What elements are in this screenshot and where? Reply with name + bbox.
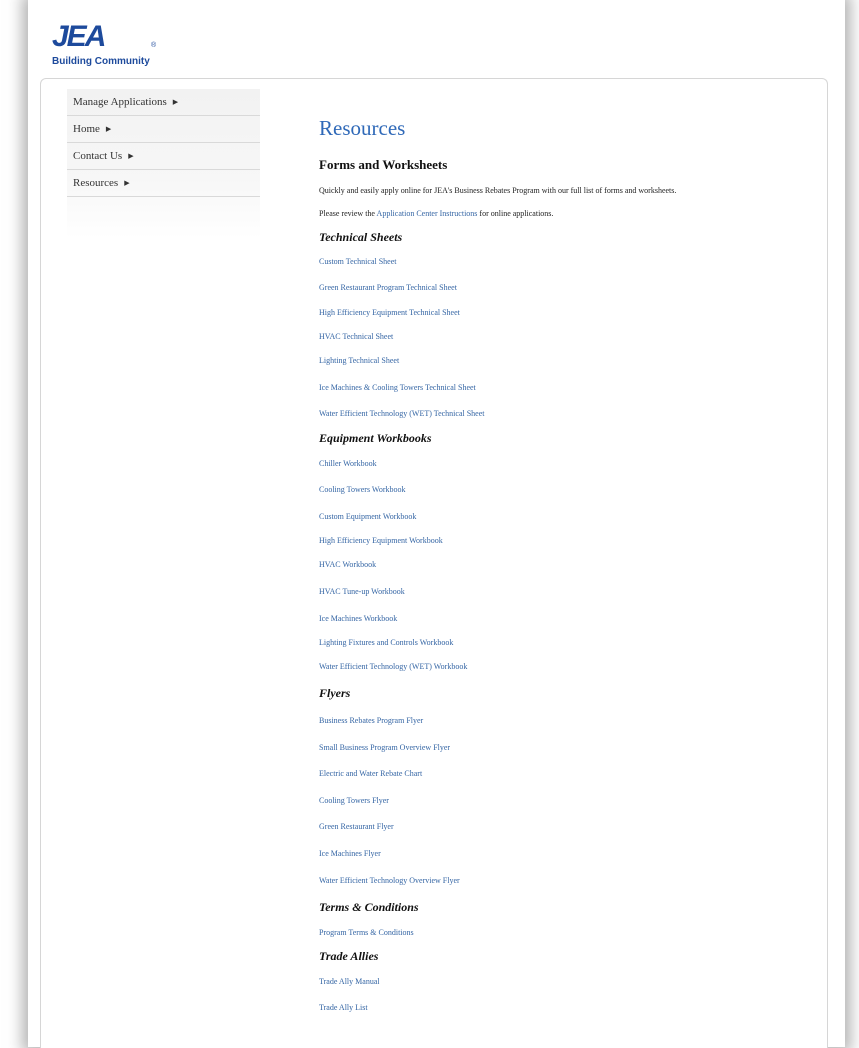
jea-logo[interactable]: JEA <box>52 22 106 52</box>
review-suffix: for online applications. <box>477 209 554 218</box>
small-business-program-flyer-link[interactable]: Small Business Program Overview Flyer <box>319 743 450 752</box>
ice-machines-cooling-towers-technical-sheet-link[interactable]: Ice Machines & Cooling Towers Technical … <box>319 383 476 392</box>
sidebar-item-label: Home <box>73 123 100 135</box>
hvac-tune-up-workbook-link[interactable]: HVAC Tune-up Workbook <box>319 587 405 596</box>
ice-machines-flyer-link[interactable]: Ice Machines Flyer <box>319 849 381 858</box>
trade-ally-list-link[interactable]: Trade Ally List <box>319 1003 368 1012</box>
wet-overview-flyer-link[interactable]: Water Efficient Technology Overview Flye… <box>319 876 460 885</box>
green-restaurant-flyer-link[interactable]: Green Restaurant Flyer <box>319 822 394 831</box>
sidebar-item-label: Contact Us <box>73 150 123 162</box>
page-title: Resources <box>319 116 406 140</box>
equipment-workbooks-heading: Equipment Workbooks <box>319 431 432 445</box>
site-header: JEA ® Building Community <box>52 22 192 72</box>
logo-tagline: Building Community <box>52 56 150 67</box>
high-efficiency-equipment-workbook-link[interactable]: High Efficiency Equipment Workbook <box>319 536 443 545</box>
high-efficiency-technical-sheet-link[interactable]: High Efficiency Equipment Technical Shee… <box>319 308 460 317</box>
registered-mark: ® <box>151 42 157 49</box>
hvac-technical-sheet-link[interactable]: HVAC Technical Sheet <box>319 332 393 341</box>
wet-technical-sheet-link[interactable]: Water Efficient Technology (WET) Technic… <box>319 409 485 418</box>
trade-ally-manual-link[interactable]: Trade Ally Manual <box>319 977 380 986</box>
custom-equipment-workbook-link[interactable]: Custom Equipment Workbook <box>319 512 416 521</box>
lighting-technical-sheet-link[interactable]: Lighting Technical Sheet <box>319 356 399 365</box>
trade-allies-heading: Trade Allies <box>319 949 379 963</box>
green-restaurant-technical-sheet-link[interactable]: Green Restaurant Program Technical Sheet <box>319 283 457 292</box>
hvac-workbook-link[interactable]: HVAC Workbook <box>319 560 376 569</box>
custom-technical-sheet-link[interactable]: Custom Technical Sheet <box>319 257 397 266</box>
review-text: Please review the Application Center Ins… <box>319 209 553 218</box>
sidebar-nav: Manage Applications ▶ Home ▶ Contact Us ▶ R… <box>67 89 260 239</box>
application-center-instructions-link[interactable]: Application Center Instructions <box>377 209 478 218</box>
ice-machines-workbook-link[interactable]: Ice Machines Workbook <box>319 614 397 623</box>
business-rebates-program-flyer-link[interactable]: Business Rebates Program Flyer <box>319 716 423 725</box>
review-prefix: Please review the <box>319 209 377 218</box>
chiller-workbook-link[interactable]: Chiller Workbook <box>319 459 377 468</box>
arrow-right-icon: ▶ <box>105 125 112 134</box>
sidebar-item-manage-applications[interactable]: Manage Applications ▶ <box>67 89 260 116</box>
technical-sheets-heading: Technical Sheets <box>319 230 403 244</box>
sidebar-item-label: Resources <box>73 177 119 189</box>
lighting-fixtures-controls-workbook-link[interactable]: Lighting Fixtures and Controls Workbook <box>319 638 453 647</box>
intro-text: Quickly and easily apply online for JEA'… <box>319 186 677 195</box>
cooling-towers-workbook-link[interactable]: Cooling Towers Workbook <box>319 485 406 494</box>
wet-workbook-link[interactable]: Water Efficient Technology (WET) Workboo… <box>319 662 467 671</box>
arrow-right-icon: ▶ <box>124 179 130 188</box>
arrow-right-icon: ▶ <box>172 98 179 107</box>
forms-heading: Forms and Worksheets <box>319 157 448 172</box>
sidebar-item-label: Manage Applications <box>73 96 167 108</box>
arrow-right-icon: ▶ <box>128 152 134 161</box>
electric-water-rebate-chart-link[interactable]: Electric and Water Rebate Chart <box>319 769 422 778</box>
cooling-towers-flyer-link[interactable]: Cooling Towers Flyer <box>319 796 389 805</box>
sidebar-item-contact-us[interactable]: Contact Us ▶ <box>67 143 260 170</box>
sidebar-item-resources[interactable]: Resources ▶ <box>67 170 260 197</box>
program-terms-conditions-link[interactable]: Program Terms & Conditions <box>319 928 414 937</box>
sidebar-item-home[interactable]: Home ▶ <box>67 116 260 143</box>
flyers-heading: Flyers <box>319 686 351 700</box>
terms-conditions-heading: Terms & Conditions <box>319 900 419 914</box>
